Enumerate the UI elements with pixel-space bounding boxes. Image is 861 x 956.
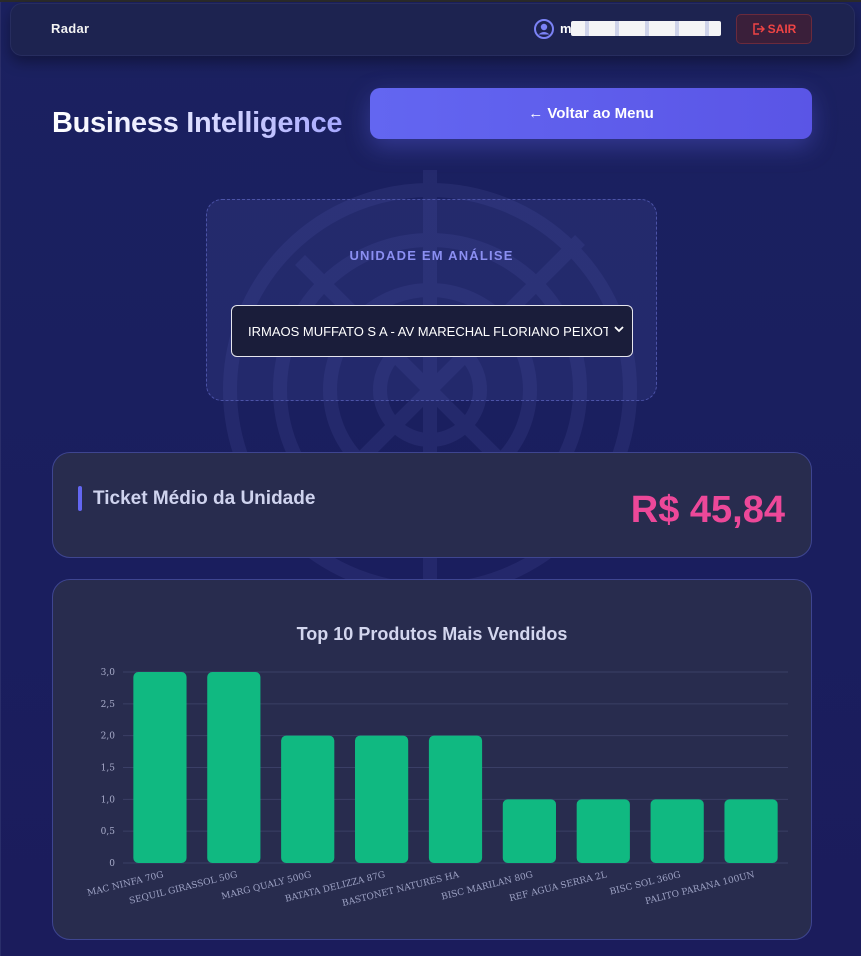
unit-selector-card: UNIDADE EM ANÁLISE IRMAOS MUFFATO S A - …: [206, 199, 657, 401]
chevron-down-icon: [614, 326, 624, 333]
accent-bar: [78, 486, 82, 511]
y-tick-label: 3,0: [101, 668, 116, 678]
y-tick-label: 2,0: [101, 732, 116, 742]
ticket-value: R$ 45,84: [630, 489, 785, 531]
bar-chart: 00,51,01,52,02,53,0MAC NINFA 70GSEQUIL G…: [86, 668, 788, 909]
logout-icon: [752, 23, 765, 35]
bar[interactable]: [207, 672, 261, 863]
bar[interactable]: [724, 799, 778, 863]
logout-button[interactable]: SAIR: [736, 14, 812, 44]
window-top-border: [0, 0, 861, 2]
y-tick-label: 2,5: [101, 700, 116, 710]
unit-select[interactable]: IRMAOS MUFFATO S A - AV MARECHAL FLORIAN…: [231, 305, 633, 357]
ticket-card: Ticket Médio da Unidade R$ 45,84: [52, 452, 812, 558]
unit-select-value: IRMAOS MUFFATO S A - AV MARECHAL FLORIAN…: [248, 324, 608, 339]
bar[interactable]: [502, 799, 556, 863]
y-tick-label: 1,0: [101, 795, 116, 805]
bar[interactable]: [576, 799, 630, 863]
redacted-username-mask: [571, 21, 721, 36]
chart-card: Top 10 Produtos Mais Vendidos 0 0,5 1,0 1,5…: [52, 579, 812, 940]
user-name: m: [560, 21, 572, 36]
bar[interactable]: [355, 735, 409, 863]
back-to-menu-button[interactable]: ← Voltar ao Menu: [370, 88, 812, 139]
brand-name[interactable]: Radar: [51, 21, 89, 36]
bar[interactable]: [133, 672, 187, 863]
ticket-label: Ticket Médio da Unidade: [93, 488, 316, 509]
logout-label: SAIR: [767, 22, 797, 36]
y-tick-label: 1,5: [101, 764, 116, 774]
top-navbar: Radar m SAIR: [10, 3, 855, 56]
bar[interactable]: [650, 799, 704, 863]
unit-label: UNIDADE EM ANÁLISE: [349, 248, 514, 263]
y-tick-label: 0,5: [101, 827, 116, 837]
y-tick-label: 0: [109, 859, 115, 869]
bar[interactable]: [281, 735, 335, 863]
bar[interactable]: [428, 735, 483, 863]
page-title: Business Intelligence: [52, 107, 343, 139]
user-icon: [534, 19, 554, 39]
